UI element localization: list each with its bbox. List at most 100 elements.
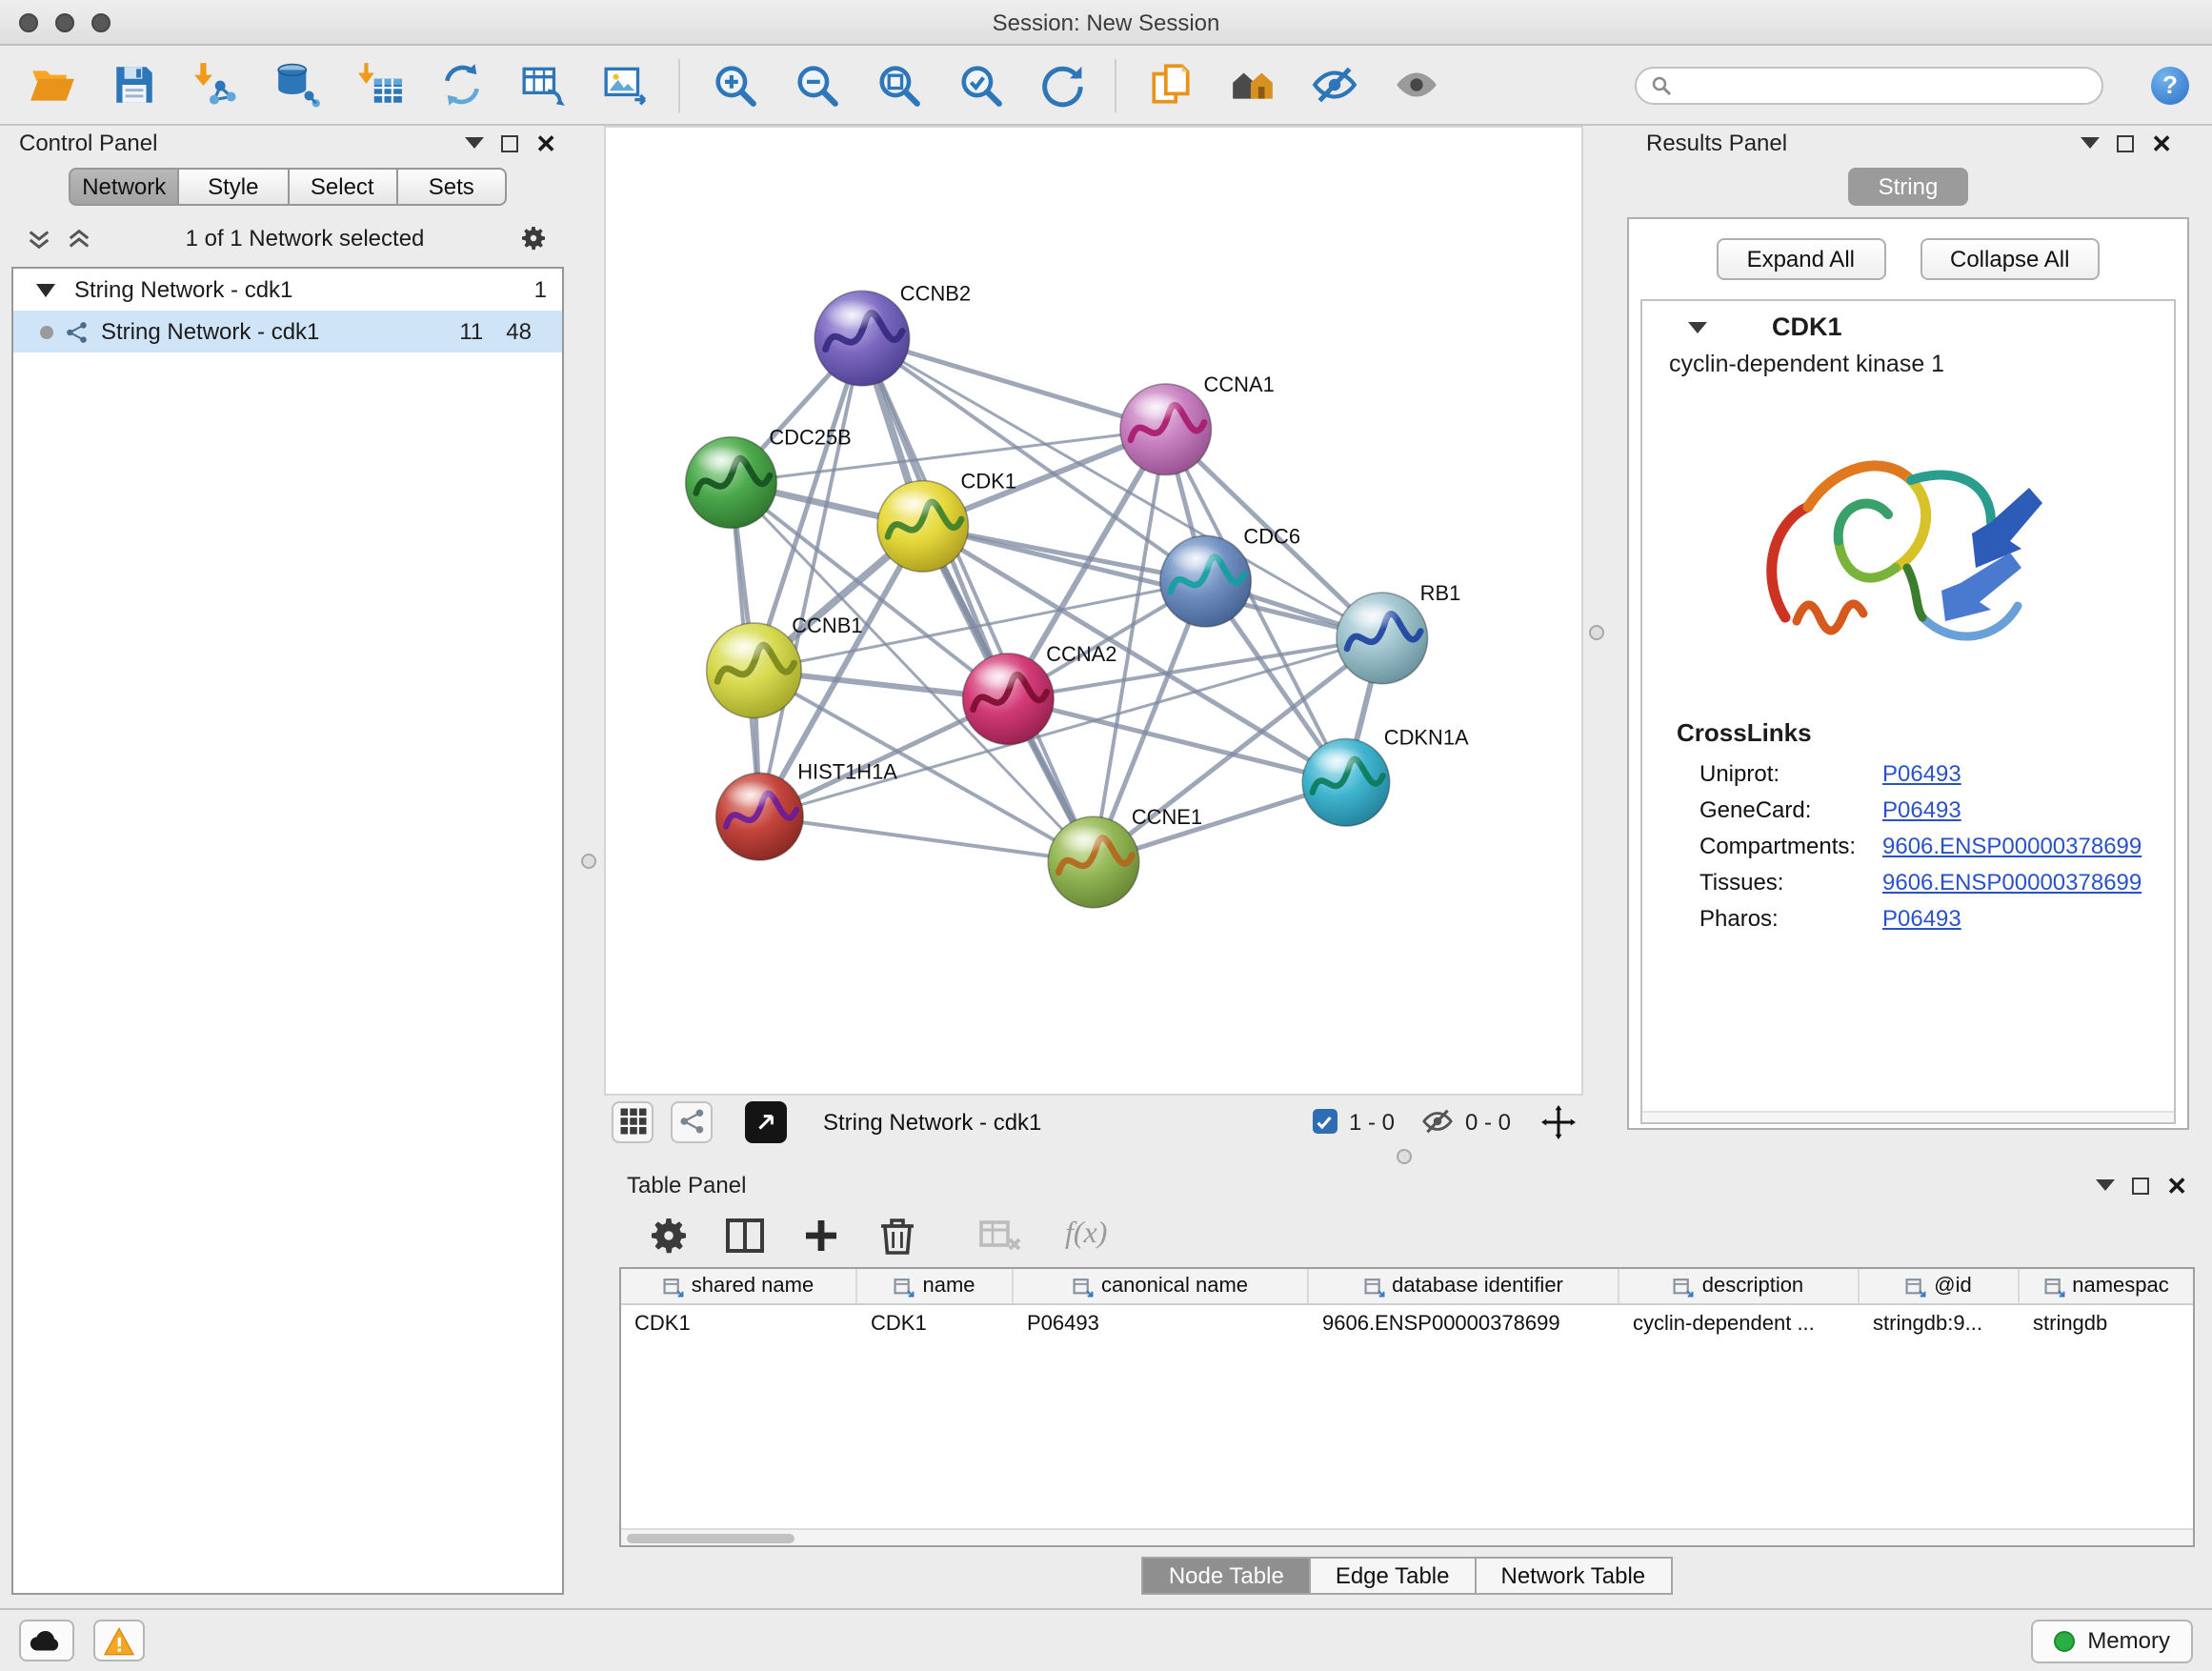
bottom-splitter-handle[interactable]	[1397, 1149, 1412, 1164]
expand-all-networks-icon[interactable]	[27, 226, 51, 251]
add-column-button[interactable]	[798, 1212, 844, 1258]
column-header-database-identifier[interactable]: database identifier	[1309, 1269, 1619, 1303]
cell-description[interactable]: cyclin-dependent ...	[1619, 1305, 1860, 1341]
network-edge[interactable]	[862, 338, 1094, 862]
scrollbar-thumb[interactable]	[627, 1533, 794, 1543]
network-node-CDK1[interactable]: CDK1	[877, 470, 1016, 573]
crosslink-link[interactable]: 9606.ENSP00000378699	[1882, 868, 2142, 895]
column-header-description[interactable]: description	[1619, 1269, 1860, 1303]
tab-string[interactable]: String	[1848, 168, 1969, 206]
search-input[interactable]	[1682, 73, 2088, 96]
column-header-name[interactable]: name	[857, 1269, 1014, 1303]
network-node-HIST1H1A[interactable]: HIST1H1A	[716, 759, 898, 860]
delete-column-button[interactable]	[875, 1212, 920, 1258]
network-collection-row[interactable]: String Network - cdk1 1	[13, 269, 562, 311]
function-builder-button[interactable]: f(x)	[1065, 1218, 1107, 1252]
crosslink-link[interactable]: P06493	[1882, 904, 1961, 931]
collection-expand-icon[interactable]	[36, 283, 55, 296]
hide-button[interactable]	[1305, 56, 1362, 113]
table-panel-collapse-icon[interactable]	[2096, 1179, 2115, 1191]
crosslink-link[interactable]: P06493	[1882, 795, 1961, 822]
cloud-status-button[interactable]	[19, 1620, 74, 1661]
tab-sets[interactable]: Sets	[398, 168, 508, 206]
network-node-RB1[interactable]: RB1	[1337, 581, 1460, 684]
column-header-namespace[interactable]: namespac	[2020, 1269, 2193, 1303]
results-panel-close-icon[interactable]: ✕	[2151, 131, 2172, 155]
close-window-button[interactable]	[19, 13, 38, 32]
table-panel-close-icon[interactable]: ✕	[2166, 1173, 2187, 1198]
network-edge[interactable]	[759, 338, 862, 816]
tab-node-table[interactable]: Node Table	[1142, 1557, 1311, 1595]
show-columns-button[interactable]	[722, 1212, 768, 1258]
network-node-CCNA1[interactable]: CCNA1	[1120, 372, 1275, 475]
pan-crosshair-icon[interactable]	[1541, 1104, 1576, 1138]
right-splitter-handle[interactable]	[1589, 625, 1604, 640]
network-node-CCNB1[interactable]: CCNB1	[707, 614, 863, 718]
tab-network[interactable]: Network	[69, 168, 180, 206]
network-node-CDKN1A[interactable]: CDKN1A	[1302, 725, 1469, 826]
tab-edge-table[interactable]: Edge Table	[1311, 1557, 1477, 1595]
tab-style[interactable]: Style	[180, 168, 290, 206]
control-panel-float-icon[interactable]	[501, 134, 518, 151]
export-image-button[interactable]	[596, 56, 654, 113]
minimize-window-button[interactable]	[55, 13, 74, 32]
zoom-selected-button[interactable]	[951, 56, 1008, 113]
zoom-window-button[interactable]	[91, 13, 111, 32]
refresh-button[interactable]	[1033, 56, 1090, 113]
results-panel-collapse-icon[interactable]	[2081, 137, 2100, 149]
column-header-canonical-name[interactable]: canonical name	[1014, 1269, 1309, 1303]
grid-view-button[interactable]	[612, 1100, 654, 1142]
left-splitter-handle[interactable]	[581, 854, 596, 869]
crosslink-link[interactable]: P06493	[1882, 759, 1961, 786]
crosslink-link[interactable]: 9606.ENSP00000378699	[1882, 832, 2142, 858]
search-box[interactable]	[1635, 66, 2103, 104]
collapse-all-button[interactable]: Collapse All	[1920, 238, 2100, 280]
table-panel-float-icon[interactable]	[2132, 1177, 2149, 1194]
gene-section-collapse-icon[interactable]	[1688, 321, 1707, 332]
network-view-canvas[interactable]: CCNB2CCNA1CDC25BCDK1CDC6RB1CCNB1CCNA2CDK…	[604, 126, 1583, 1096]
expand-all-button[interactable]: Expand All	[1717, 238, 1885, 280]
tab-network-table[interactable]: Network Table	[1477, 1557, 1673, 1595]
network-graph[interactable]: CCNB2CCNA1CDC25BCDK1CDC6RB1CCNB1CCNA2CDK…	[606, 128, 1581, 1094]
memory-button[interactable]: Memory	[2030, 1619, 2193, 1662]
network-options-gear-icon[interactable]	[518, 223, 549, 253]
cell-name[interactable]: CDK1	[857, 1305, 1014, 1341]
column-header-id[interactable]: @id	[1860, 1269, 2020, 1303]
zoom-fit-button[interactable]	[869, 56, 926, 113]
collapse-all-networks-icon[interactable]	[67, 226, 91, 251]
results-horizontal-scrollbar[interactable]	[1642, 1111, 2174, 1122]
table-row[interactable]: CDK1 CDK1 P06493 9606.ENSP00000378699 cy…	[621, 1305, 2193, 1341]
network-from-table-button[interactable]	[514, 56, 572, 113]
copy-document-button[interactable]	[1141, 56, 1198, 113]
tab-select[interactable]: Select	[289, 168, 398, 206]
table-options-button[interactable]	[646, 1212, 692, 1258]
help-button[interactable]: ?	[2151, 66, 2189, 104]
cell-id[interactable]: stringdb:9...	[1860, 1305, 2020, 1341]
zoom-in-button[interactable]	[705, 56, 762, 113]
cell-namespace[interactable]: stringdb	[2020, 1305, 2193, 1341]
cell-shared-name[interactable]: CDK1	[621, 1305, 857, 1341]
show-button[interactable]	[1387, 56, 1444, 113]
open-session-button[interactable]	[23, 56, 80, 113]
cell-canonical-name[interactable]: P06493	[1014, 1305, 1309, 1341]
selected-checkbox[interactable]	[1313, 1109, 1337, 1134]
save-session-button[interactable]	[105, 56, 162, 113]
detach-view-button[interactable]	[745, 1100, 787, 1142]
network-node-CCNB2[interactable]: CCNB2	[814, 281, 971, 386]
import-table-from-file-button[interactable]	[351, 56, 408, 113]
table-horizontal-scrollbar[interactable]	[621, 1528, 2193, 1545]
new-network-button[interactable]	[432, 56, 490, 113]
import-network-from-file-button[interactable]	[187, 56, 244, 113]
control-panel-collapse-icon[interactable]	[465, 137, 484, 149]
home-button[interactable]	[1223, 56, 1280, 113]
network-row[interactable]: String Network - cdk1 11 48	[13, 311, 562, 352]
results-panel-float-icon[interactable]	[2117, 134, 2134, 151]
column-header-shared-name[interactable]: shared name	[621, 1269, 857, 1303]
zoom-out-button[interactable]	[787, 56, 844, 113]
network-edge[interactable]	[759, 816, 1094, 862]
control-panel-close-icon[interactable]: ✕	[535, 131, 556, 155]
import-network-from-database-button[interactable]	[269, 56, 326, 113]
delete-table-button-disabled[interactable]	[977, 1212, 1023, 1258]
warnings-button[interactable]	[93, 1620, 145, 1661]
birdseye-view-button[interactable]	[671, 1100, 713, 1142]
